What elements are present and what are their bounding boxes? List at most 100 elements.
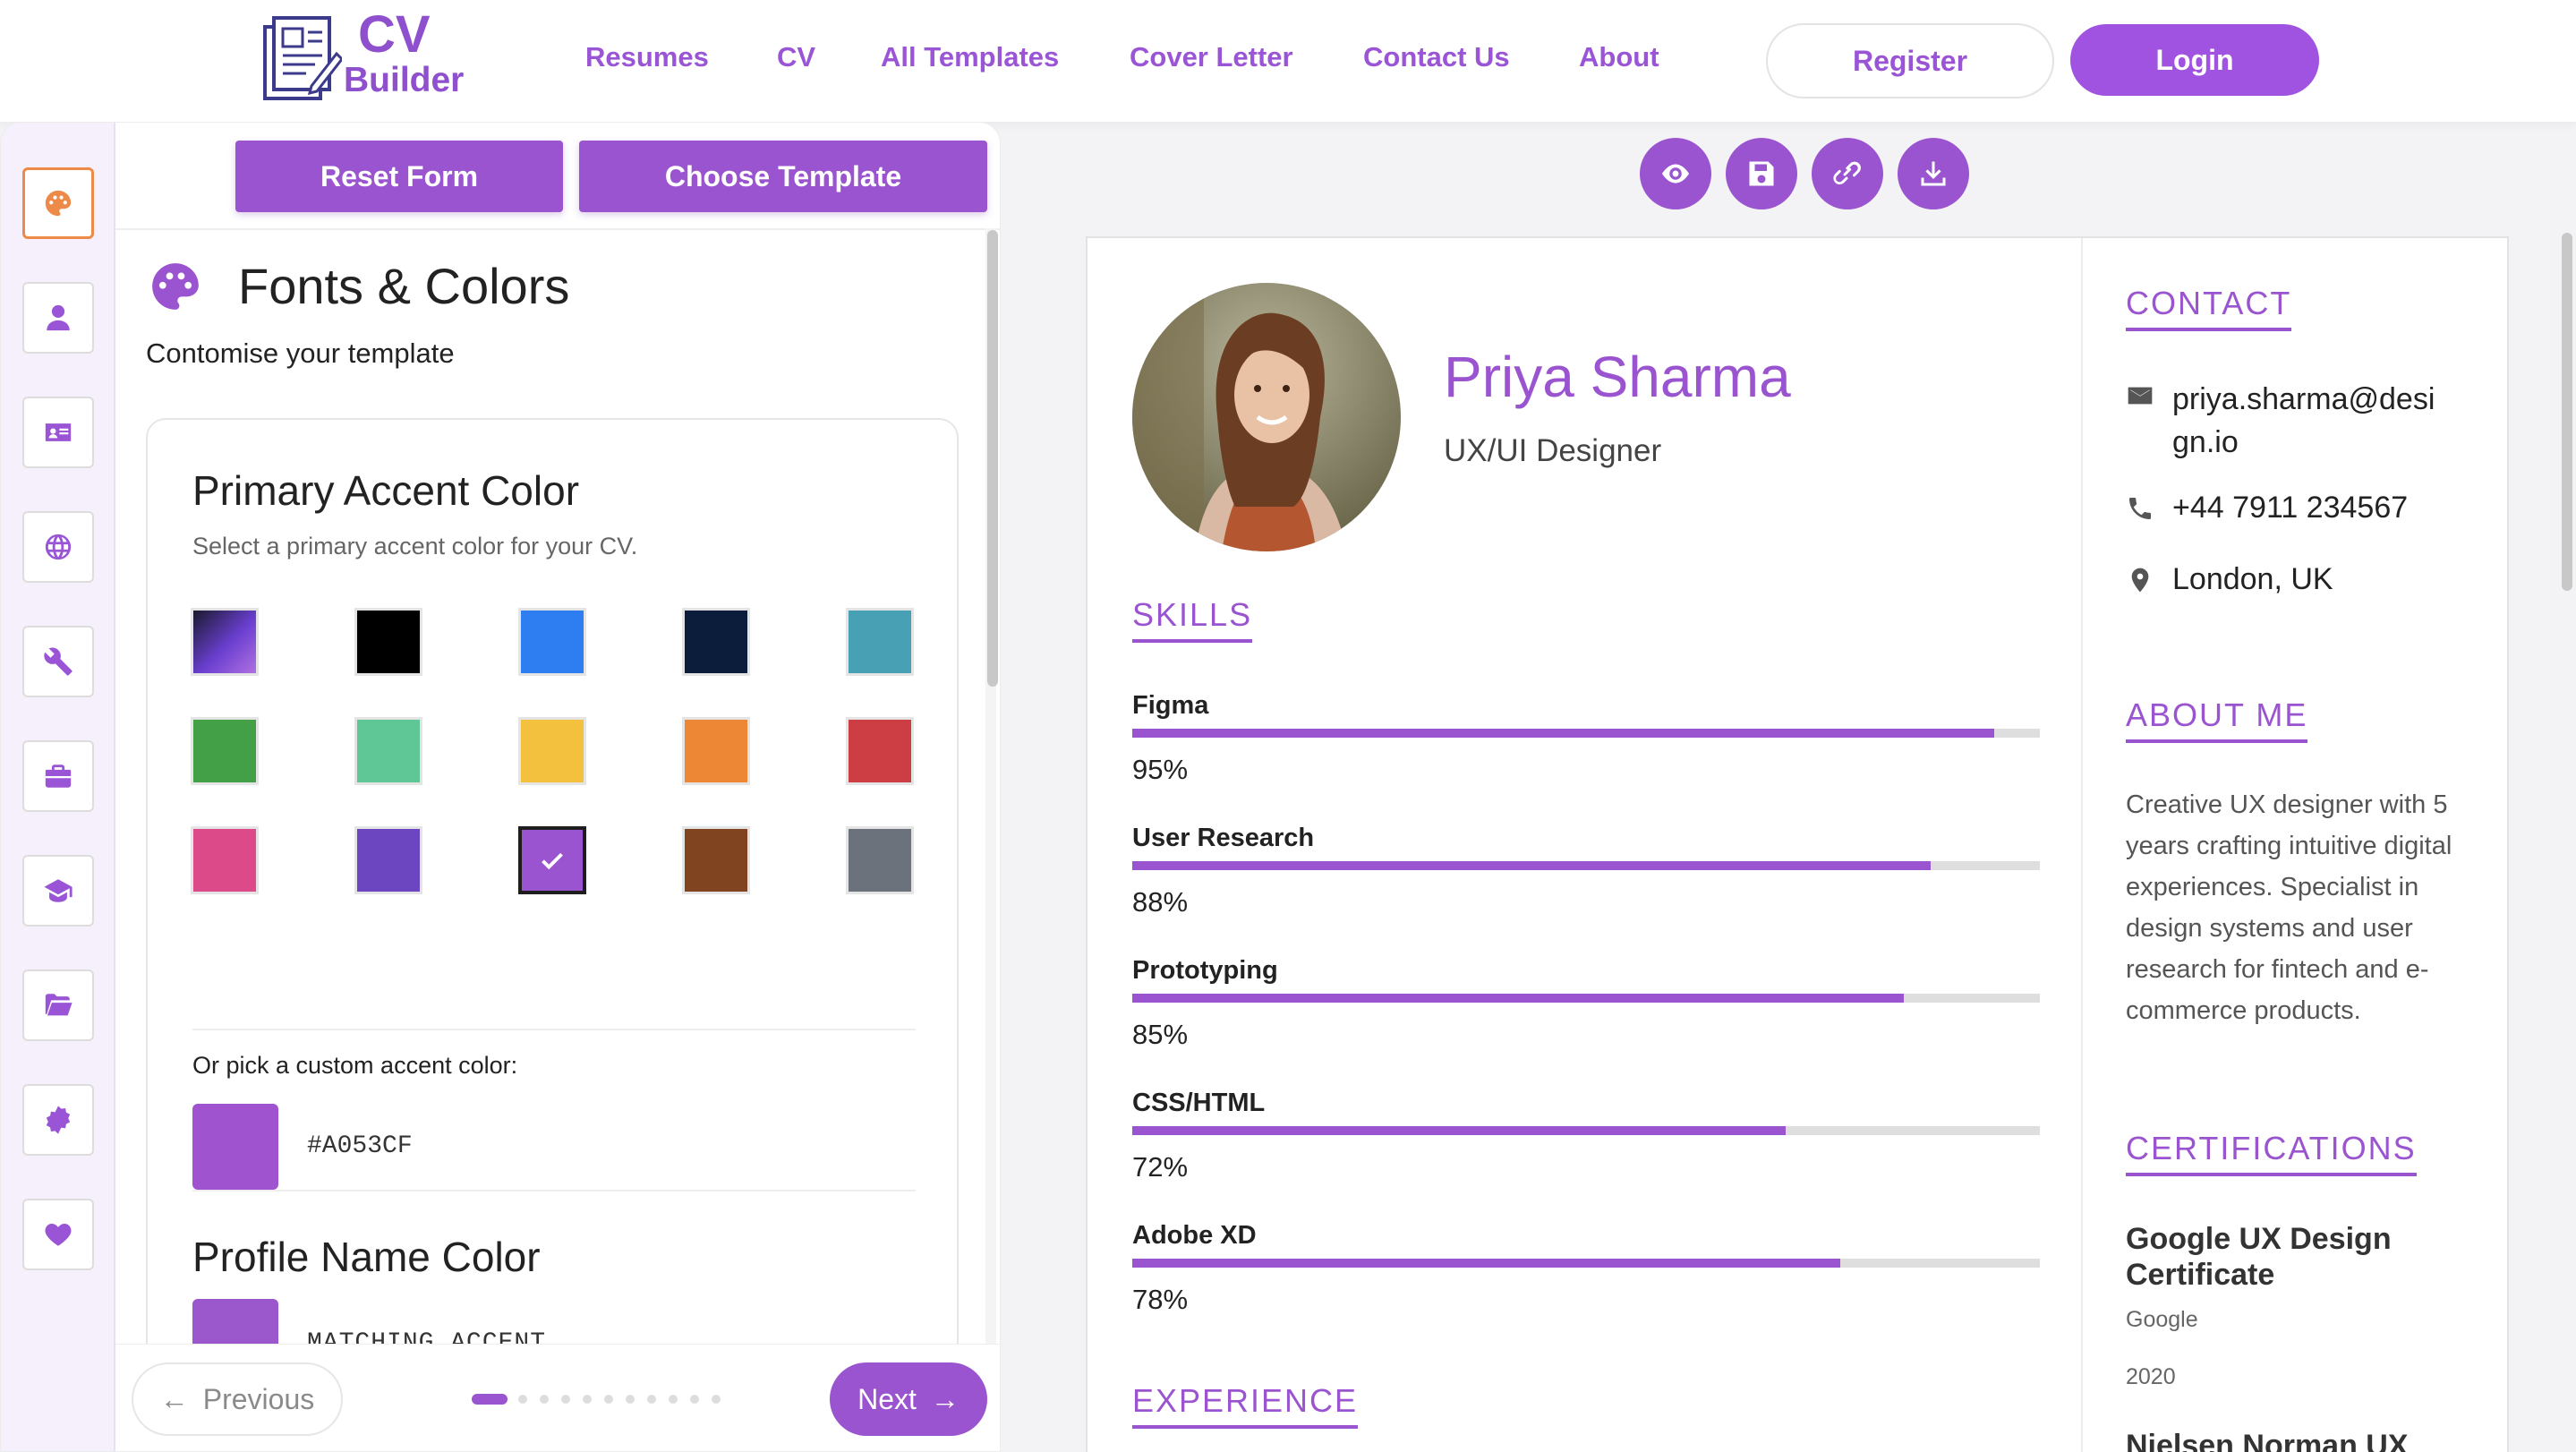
checkmark-icon <box>542 852 563 870</box>
brand-name-line1: CV <box>358 5 431 64</box>
color-swatch[interactable] <box>354 717 422 785</box>
skills-heading: SKILLS <box>1132 596 1253 643</box>
color-swatch[interactable] <box>846 826 914 894</box>
nav-link-resumes[interactable]: Resumes <box>585 41 709 73</box>
skill-percent: 95% <box>1132 754 1189 785</box>
step-dot[interactable] <box>561 1395 570 1404</box>
skill-bar-fill <box>1132 861 1932 870</box>
rail-experience[interactable] <box>22 740 94 812</box>
preview-button[interactable] <box>1640 138 1711 209</box>
step-dot[interactable] <box>472 1394 508 1405</box>
step-dot[interactable] <box>669 1395 678 1404</box>
step-dot[interactable] <box>583 1395 592 1404</box>
skill-bar <box>1132 729 2040 738</box>
cv-name: Priya Sharma <box>1444 345 1791 409</box>
panel-divider <box>115 228 1000 230</box>
palette-icon <box>152 263 199 310</box>
step-dot[interactable] <box>540 1395 549 1404</box>
rail-fonts-colors[interactable] <box>22 167 94 239</box>
custom-color-picker[interactable] <box>192 1104 278 1190</box>
login-button[interactable]: Login <box>2070 24 2319 96</box>
phone-icon <box>2129 498 2151 519</box>
certifications-heading: CERTIFICATIONS <box>2126 1130 2417 1176</box>
primary-color-subtitle: Select a primary accent color for your C… <box>192 533 638 559</box>
rail-education[interactable] <box>22 855 94 927</box>
skill-bar-fill <box>1132 994 1904 1003</box>
custom-color-value[interactable]: #A053CF <box>307 1132 413 1160</box>
color-swatch[interactable] <box>682 608 750 676</box>
brand-logo[interactable]: CV Builder <box>261 9 476 109</box>
color-swatch[interactable] <box>846 717 914 785</box>
choose-template-button[interactable]: Choose Template <box>579 141 987 212</box>
rail-contact[interactable] <box>22 397 94 468</box>
step-dot[interactable] <box>518 1395 527 1404</box>
card-divider <box>192 1029 916 1030</box>
section-rail <box>1 123 115 1451</box>
skill-name: Figma <box>1132 691 1209 720</box>
profile-photo <box>1132 283 1401 551</box>
rail-languages[interactable] <box>22 511 94 583</box>
rail-personal[interactable] <box>22 282 94 354</box>
next-button-label: Next <box>857 1382 917 1415</box>
nav-link-cover-letter[interactable]: Cover Letter <box>1130 41 1293 73</box>
color-swatch[interactable] <box>518 717 586 785</box>
color-swatch[interactable] <box>518 608 586 676</box>
color-swatch[interactable] <box>191 717 259 785</box>
rail-certifications[interactable] <box>22 1084 94 1156</box>
color-swatch[interactable] <box>682 717 750 785</box>
color-swatch[interactable] <box>354 826 422 894</box>
skill-bar-fill <box>1132 1259 1840 1268</box>
rail-interests[interactable] <box>22 1199 94 1270</box>
download-button[interactable] <box>1898 138 1969 209</box>
save-button[interactable] <box>1726 138 1797 209</box>
register-button[interactable]: Register <box>1766 23 2054 98</box>
step-dot[interactable] <box>712 1395 721 1404</box>
heart-icon <box>45 1223 72 1246</box>
editor-panel: Reset Form Choose Template Fonts & Color… <box>0 122 1001 1452</box>
resume-logo-icon <box>263 16 342 100</box>
experience-heading: EXPERIENCE <box>1132 1382 1359 1429</box>
contact-email-line2: gn.io <box>2172 425 2239 459</box>
color-swatch[interactable] <box>846 608 914 676</box>
skill-bar <box>1132 994 2040 1003</box>
previous-button[interactable]: ← Previous <box>132 1362 343 1436</box>
certification-name: Nielsen Norman UX <box>2126 1429 2409 1452</box>
color-swatch[interactable] <box>191 826 259 894</box>
step-dot[interactable] <box>690 1395 699 1404</box>
nav-link-all-templates[interactable]: All Templates <box>881 41 1059 73</box>
nav-link-cv[interactable]: CV <box>777 41 815 73</box>
cv-preview: Priya Sharma UX/UI Designer SKILLS Figma… <box>1086 236 2509 1452</box>
page-scrollbar-thumb[interactable] <box>2562 233 2572 591</box>
skill-percent: 78% <box>1132 1284 1189 1315</box>
certification-year: 2020 <box>2126 1364 2176 1389</box>
rail-projects[interactable] <box>22 969 94 1041</box>
nav-link-contact-us[interactable]: Contact Us <box>1363 41 1510 73</box>
rail-skills[interactable] <box>22 626 94 697</box>
color-swatch[interactable] <box>191 608 259 676</box>
step-dot[interactable] <box>626 1395 635 1404</box>
skill-bar <box>1132 1259 2040 1268</box>
folder-icon <box>45 994 73 1016</box>
share-link-button[interactable] <box>1812 138 1883 209</box>
map-pin-icon <box>2131 568 2149 593</box>
next-button[interactable]: Next → <box>830 1362 987 1436</box>
color-swatch[interactable] <box>682 826 750 894</box>
download-icon <box>1921 161 1946 186</box>
card-divider <box>192 1190 916 1191</box>
skill-bar <box>1132 861 2040 870</box>
panel-scrollbar-thumb[interactable] <box>987 230 998 687</box>
certification-name: Google UX Design Certificate <box>2126 1222 2392 1292</box>
reset-form-button[interactable]: Reset Form <box>235 141 563 212</box>
contact-location: London, UK <box>2126 562 2333 597</box>
globe-icon <box>45 534 72 560</box>
skill-bar <box>1132 1126 2040 1135</box>
color-swatch[interactable] <box>354 608 422 676</box>
nav-link-about[interactable]: About <box>1579 41 1659 73</box>
cv-role: UX/UI Designer <box>1444 433 1662 468</box>
arrow-left-icon: ← <box>159 1382 189 1415</box>
brand-name-line2: Builder <box>344 61 465 99</box>
contact-heading: CONTACT <box>2126 285 2292 331</box>
color-swatch-selected[interactable] <box>518 826 586 894</box>
step-dot[interactable] <box>604 1395 613 1404</box>
step-dot[interactable] <box>647 1395 656 1404</box>
